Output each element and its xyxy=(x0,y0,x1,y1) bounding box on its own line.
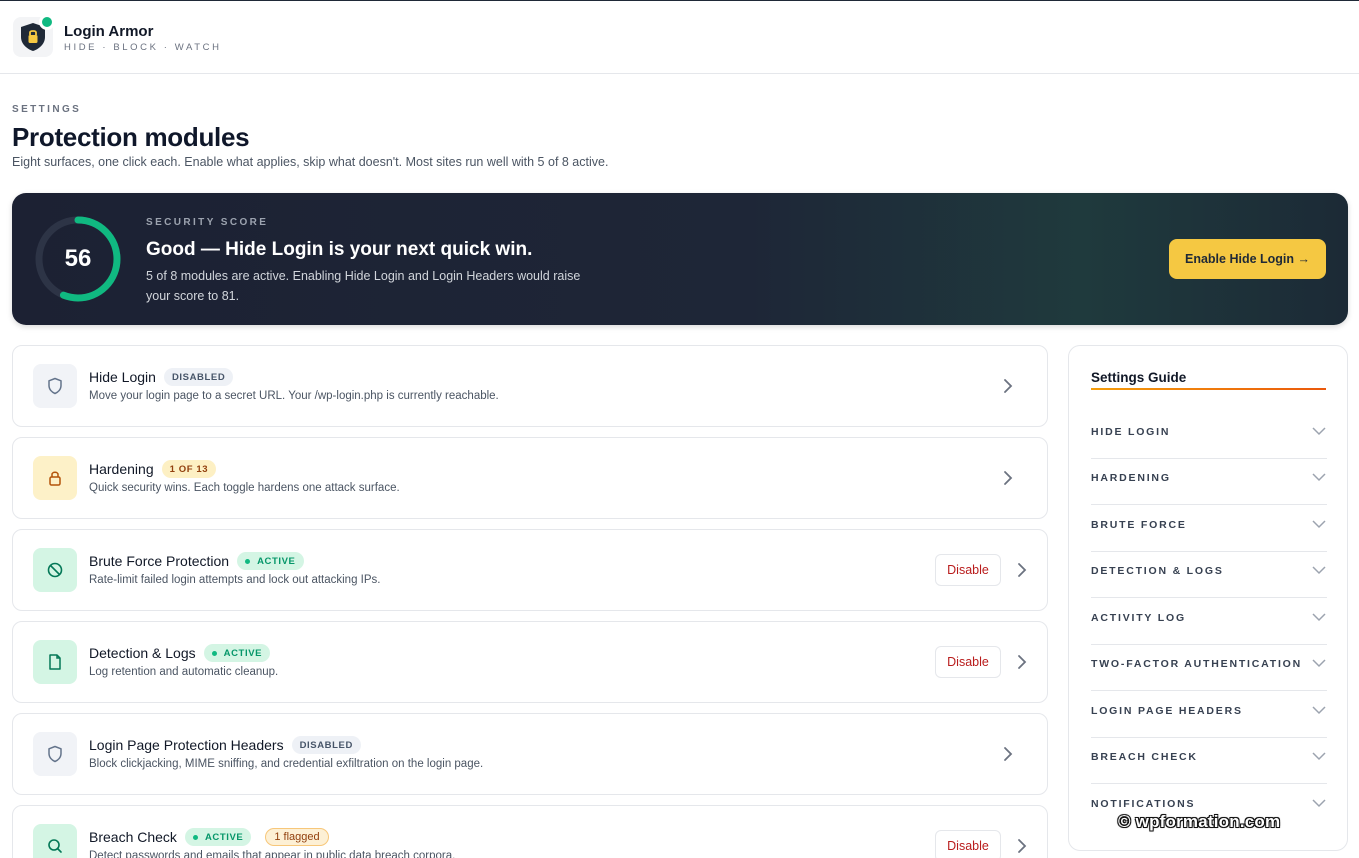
app-title: Login Armor xyxy=(64,23,154,40)
module-description: Move your login page to a secret URL. Yo… xyxy=(89,390,499,402)
app-header: Login Armor HIDE · BLOCK · WATCH xyxy=(0,1,1359,74)
module-name: Brute Force Protection xyxy=(89,553,230,569)
guide-item-login-headers[interactable]: LOGIN PAGE HEADERS xyxy=(1091,692,1327,738)
guide-item-label: NOTIFICATIONS xyxy=(1091,798,1196,810)
flagged-badge: 1 flagged xyxy=(265,828,329,847)
module-card-detection-logs[interactable]: Detection & Logs ACTIVE Log retention and… xyxy=(12,621,1048,703)
guide-item-label: TWO-FACTOR AUTHENTICATION xyxy=(1091,658,1303,670)
module-title: Login Page Protection Headers DISABLED xyxy=(89,736,361,755)
module-title: Detection & Logs ACTIVE xyxy=(89,644,271,663)
status-badge: 1 OF 13 xyxy=(161,460,217,479)
chevron-right-icon[interactable] xyxy=(1015,562,1029,578)
module-title: Breach Check ACTIVE 1 flagged xyxy=(89,828,329,847)
status-dot xyxy=(39,14,55,30)
settings-guide: Settings Guide HIDE LOGIN HARDENING BRUT… xyxy=(1068,345,1348,851)
guide-item-label: HIDE LOGIN xyxy=(1091,426,1171,438)
status-badge: DISABLED xyxy=(163,368,234,387)
status-badge: DISABLED xyxy=(291,736,361,755)
chevron-down-icon xyxy=(1312,659,1326,668)
module-name: Hide Login xyxy=(89,369,156,385)
page-subtitle: Eight surfaces, one click each. Enable w… xyxy=(12,155,609,169)
enable-hide-login-button[interactable]: Enable Hide Login → xyxy=(1169,239,1326,279)
app-tagline: HIDE · BLOCK · WATCH xyxy=(64,42,222,53)
module-name: Breach Check xyxy=(89,829,177,845)
page-title: Protection modules xyxy=(12,122,250,152)
chevron-right-icon[interactable] xyxy=(1001,746,1015,762)
page-eyebrow: SETTINGS xyxy=(12,104,82,115)
chevron-down-icon xyxy=(1312,427,1326,436)
disable-button[interactable]: Disable xyxy=(935,830,1001,858)
guide-item-label: LOGIN PAGE HEADERS xyxy=(1091,705,1243,717)
block-icon xyxy=(33,548,77,592)
guide-item-label: BREACH CHECK xyxy=(1091,751,1198,763)
guide-item-activity-log[interactable]: ACTIVITY LOG xyxy=(1091,599,1327,645)
module-card-breach-check[interactable]: Breach Check ACTIVE 1 flagged Detect passw… xyxy=(12,805,1048,858)
guide-item-breach-check[interactable]: BREACH CHECK xyxy=(1091,738,1327,784)
score-headline: Good — Hide Login is your next quick win… xyxy=(146,239,533,260)
security-score-banner: 56 SECURITY SCORE Good — Hide Login is y… xyxy=(12,193,1348,325)
status-badge: ACTIVE xyxy=(237,552,304,571)
guide-item-label: BRUTE FORCE xyxy=(1091,519,1187,531)
chevron-down-icon xyxy=(1312,799,1326,808)
guide-item-label: DETECTION & LOGS xyxy=(1091,565,1224,577)
module-card-login-headers[interactable]: Login Page Protection Headers DISABLED Bl… xyxy=(12,713,1048,795)
disable-button[interactable]: Disable xyxy=(935,646,1001,678)
status-badge: ACTIVE xyxy=(184,828,252,847)
lock-icon xyxy=(33,456,77,500)
module-name: Hardening xyxy=(89,461,154,477)
module-description: Detect passwords and emails that appear … xyxy=(89,850,456,858)
guide-item-two-factor[interactable]: TWO-FACTOR AUTHENTICATION xyxy=(1091,645,1327,691)
guide-title-underline xyxy=(1091,388,1326,390)
module-name: Detection & Logs xyxy=(89,645,196,661)
chevron-down-icon xyxy=(1312,706,1326,715)
module-description: Rate-limit failed login attempts and loc… xyxy=(89,574,381,586)
guide-item-label: HARDENING xyxy=(1091,472,1171,484)
chevron-right-icon[interactable] xyxy=(1001,470,1015,486)
module-card-brute-force[interactable]: Brute Force Protection ACTIVE Rate-limit … xyxy=(12,529,1048,611)
search-icon xyxy=(33,824,77,858)
score-eyebrow: SECURITY SCORE xyxy=(146,217,269,228)
module-title: Hide Login DISABLED xyxy=(89,368,234,387)
module-card-hardening[interactable]: Hardening 1 OF 13 Quick security wins. Ea… xyxy=(12,437,1048,519)
guide-item-label: ACTIVITY LOG xyxy=(1091,612,1186,624)
module-name: Login Page Protection Headers xyxy=(89,737,284,753)
module-title: Hardening 1 OF 13 xyxy=(89,460,217,479)
disable-button[interactable]: Disable xyxy=(935,554,1001,586)
score-description: 5 of 8 modules are active. Enabling Hide… xyxy=(146,269,581,303)
chevron-down-icon xyxy=(1312,566,1326,575)
module-title: Brute Force Protection ACTIVE xyxy=(89,552,304,571)
status-badge: ACTIVE xyxy=(203,644,271,663)
shield-icon xyxy=(33,732,77,776)
module-description: Block clickjacking, MIME sniffing, and c… xyxy=(89,758,484,770)
chevron-down-icon xyxy=(1312,473,1326,482)
guide-item-brute-force[interactable]: BRUTE FORCE xyxy=(1091,506,1327,552)
chevron-down-icon xyxy=(1312,752,1326,761)
watermark: © wpformation.com xyxy=(1118,812,1281,831)
module-description: Log retention and automatic cleanup. xyxy=(89,666,279,678)
chevron-down-icon xyxy=(1312,520,1326,529)
shield-icon xyxy=(33,364,77,408)
document-icon xyxy=(33,640,77,684)
guide-item-hardening[interactable]: HARDENING xyxy=(1091,459,1327,505)
guide-item-detection-logs[interactable]: DETECTION & LOGS xyxy=(1091,552,1327,598)
chevron-right-icon[interactable] xyxy=(1001,378,1015,394)
guide-title: Settings Guide xyxy=(1091,370,1187,385)
module-description: Quick security wins. Each toggle hardens… xyxy=(89,482,400,494)
chevron-down-icon xyxy=(1312,613,1326,622)
score-value: 56 xyxy=(64,245,92,272)
chevron-right-icon[interactable] xyxy=(1015,838,1029,854)
chevron-right-icon[interactable] xyxy=(1015,654,1029,670)
module-card-hide-login[interactable]: Hide Login DISABLED Move your login page … xyxy=(12,345,1048,427)
guide-item-hide-login[interactable]: HIDE LOGIN xyxy=(1091,413,1327,459)
